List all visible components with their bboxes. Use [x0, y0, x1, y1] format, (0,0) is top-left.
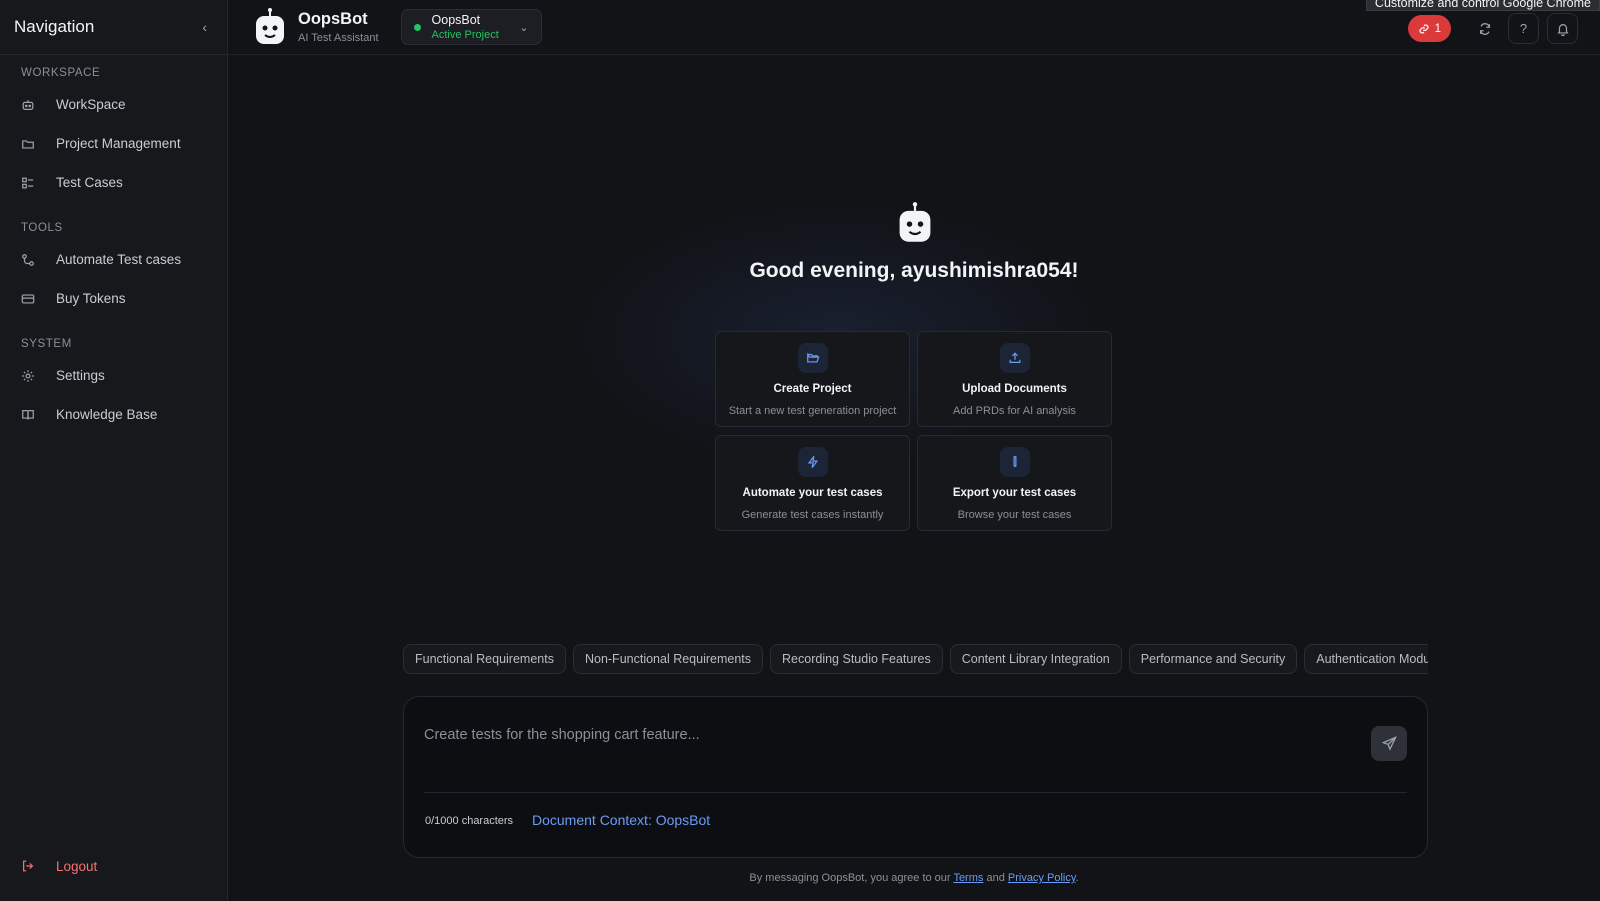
- project-selector[interactable]: OopsBot Active Project ⌄: [401, 9, 542, 45]
- message-composer: 0/1000 characters Document Context: Oops…: [403, 696, 1428, 858]
- sidebar-item-automate-test-cases[interactable]: Automate Test cases: [0, 240, 227, 279]
- book-icon: [21, 408, 35, 422]
- chevron-down-icon: ⌄: [519, 21, 528, 34]
- logout-icon: [21, 859, 35, 873]
- sidebar-item-label: Test Cases: [56, 175, 123, 190]
- terms-prefix: By messaging OopsBot, you agree to our: [749, 872, 950, 884]
- card-title: Create Project: [774, 383, 852, 395]
- send-button[interactable]: [1371, 726, 1407, 761]
- message-input[interactable]: [424, 715, 1344, 755]
- card-description: Add PRDs for AI analysis: [953, 405, 1076, 417]
- terms-suffix: .: [1076, 872, 1079, 884]
- sidebar-item-workspace[interactable]: WorkSpace: [0, 85, 227, 124]
- sidebar: Navigation ‹ WORKSPACE WorkSpace Project…: [0, 0, 228, 901]
- sidebar-item-label: Knowledge Base: [56, 407, 157, 422]
- chip-non-functional-requirements[interactable]: Non-Functional Requirements: [573, 644, 763, 674]
- logout-label: Logout: [56, 859, 97, 874]
- sidebar-header: Navigation ‹: [0, 0, 227, 55]
- automate-test-cases-card[interactable]: Automate your test cases Generate test c…: [715, 435, 910, 531]
- robot-icon: [21, 98, 35, 112]
- workflow-icon: [21, 253, 35, 267]
- list-icon: [21, 176, 35, 190]
- card-title: Upload Documents: [962, 383, 1067, 395]
- brand: OopsBot AI Test Assistant: [298, 10, 379, 44]
- terms-notice: By messaging OopsBot, you agree to our T…: [228, 872, 1600, 884]
- upload-documents-card[interactable]: Upload Documents Add PRDs for AI analysi…: [917, 331, 1112, 427]
- card-description: Browse your test cases: [958, 509, 1072, 521]
- card-title: Automate your test cases: [743, 487, 883, 499]
- project-status: Active Project: [432, 29, 499, 41]
- oopsbot-logo-icon: [254, 7, 286, 47]
- chip-recording-studio-features[interactable]: Recording Studio Features: [770, 644, 943, 674]
- suggestion-chips: Functional Requirements Non-Functional R…: [403, 644, 1428, 674]
- refresh-icon: [1478, 22, 1492, 36]
- card-description: Generate test cases instantly: [742, 509, 884, 521]
- create-project-card[interactable]: Create Project Start a new test generati…: [715, 331, 910, 427]
- lightning-icon: [806, 455, 820, 469]
- sidebar-item-settings[interactable]: Settings: [0, 356, 227, 395]
- connections-badge-button[interactable]: 1: [1408, 15, 1451, 42]
- oopsbot-hero-icon: [897, 201, 933, 245]
- sidebar-section-system: SYSTEM: [0, 338, 227, 350]
- collapse-sidebar-icon[interactable]: ‹: [202, 19, 207, 35]
- link-icon: [1418, 23, 1430, 35]
- sidebar-item-knowledge-base[interactable]: Knowledge Base: [0, 395, 227, 434]
- sidebar-item-label: WorkSpace: [56, 97, 126, 112]
- card-description: Start a new test generation project: [729, 405, 897, 417]
- sidebar-item-label: Project Management: [56, 136, 181, 151]
- upload-icon: [1008, 351, 1022, 365]
- browser-tooltip: Customize and control Google Chrome: [1366, 0, 1600, 11]
- composer-divider: [424, 792, 1407, 793]
- badge-count: 1: [1435, 23, 1441, 35]
- sidebar-item-label: Automate Test cases: [56, 252, 181, 267]
- help-button[interactable]: ?: [1508, 13, 1539, 44]
- refresh-button[interactable]: [1469, 13, 1500, 44]
- brand-name: OopsBot: [298, 10, 379, 29]
- quick-action-cards: Create Project Start a new test generati…: [715, 331, 1112, 531]
- sidebar-item-test-cases[interactable]: Test Cases: [0, 163, 227, 202]
- sidebar-item-project-management[interactable]: Project Management: [0, 124, 227, 163]
- help-icon: ?: [1520, 21, 1527, 36]
- sidebar-section-workspace: WORKSPACE: [0, 67, 227, 79]
- sidebar-title: Navigation: [14, 17, 94, 37]
- bell-icon: [1556, 22, 1570, 36]
- brand-subtitle: AI Test Assistant: [298, 32, 379, 44]
- chip-functional-requirements[interactable]: Functional Requirements: [403, 644, 566, 674]
- folder-icon: [21, 137, 35, 151]
- export-test-cases-card[interactable]: Export your test cases Browse your test …: [917, 435, 1112, 531]
- terms-and: and: [986, 872, 1004, 884]
- test-tube-icon: [1008, 455, 1022, 469]
- card-title: Export your test cases: [953, 487, 1076, 499]
- sidebar-section-tools: TOOLS: [0, 222, 227, 234]
- folder-open-icon: [806, 351, 820, 365]
- notifications-button[interactable]: [1547, 13, 1578, 44]
- sidebar-item-buy-tokens[interactable]: Buy Tokens: [0, 279, 227, 318]
- active-status-dot: [414, 24, 421, 31]
- sidebar-item-label: Settings: [56, 368, 105, 383]
- greeting-heading: Good evening, ayushimishra054!: [228, 259, 1600, 283]
- header-actions: 1 ?: [1408, 13, 1578, 44]
- sidebar-item-label: Buy Tokens: [56, 291, 126, 306]
- top-header: OopsBot AI Test Assistant OopsBot Active…: [228, 0, 1600, 55]
- logout-button[interactable]: Logout: [0, 851, 227, 881]
- document-context-link[interactable]: Document Context: OopsBot: [532, 812, 710, 828]
- terms-link[interactable]: Terms: [953, 872, 983, 884]
- main-content: Good evening, ayushimishra054! Create Pr…: [228, 56, 1600, 901]
- chip-content-library-integration[interactable]: Content Library Integration: [950, 644, 1122, 674]
- project-name: OopsBot: [432, 13, 499, 27]
- credit-card-icon: [21, 292, 35, 306]
- privacy-policy-link[interactable]: Privacy Policy: [1008, 872, 1076, 884]
- chip-authentication-module[interactable]: Authentication Module: [1304, 644, 1428, 674]
- send-icon: [1382, 736, 1397, 751]
- chip-performance-and-security[interactable]: Performance and Security: [1129, 644, 1298, 674]
- gear-icon: [21, 369, 35, 383]
- character-count: 0/1000 characters: [425, 815, 513, 827]
